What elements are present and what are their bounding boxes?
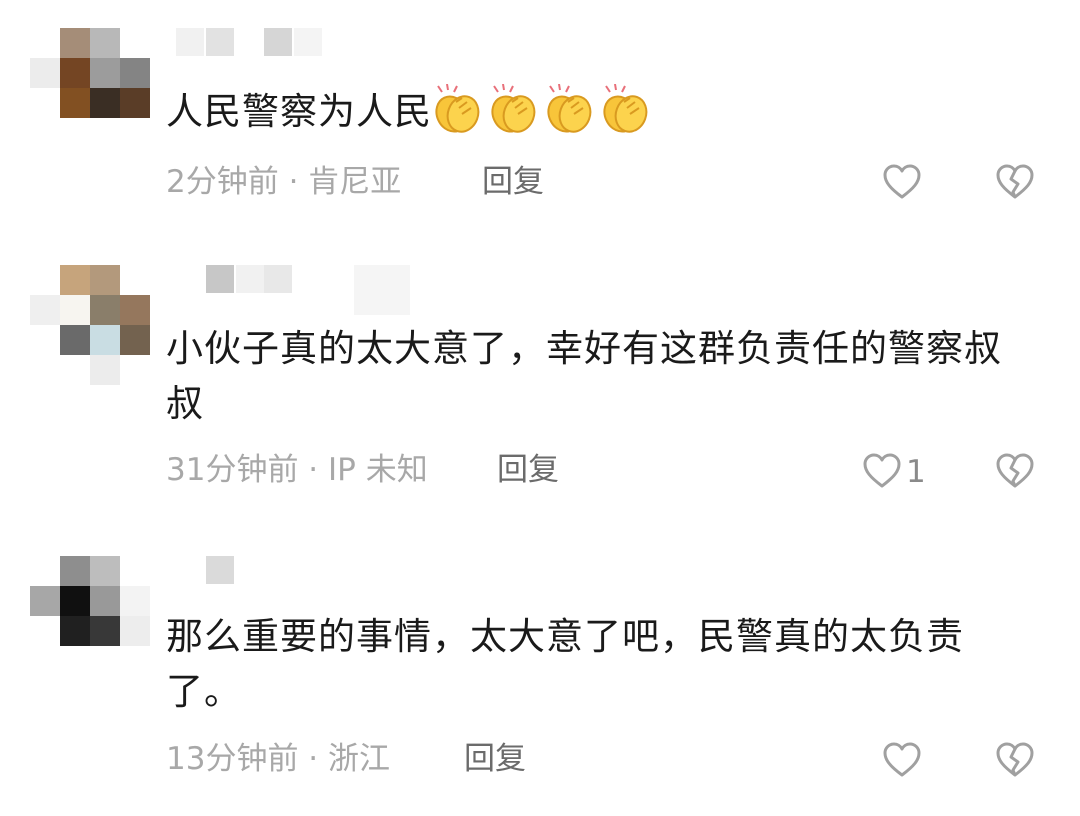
heart-outline-icon[interactable] (860, 449, 904, 493)
like-count: 1 (906, 454, 926, 490)
comment-meta: 13分钟前 · 浙江 (166, 741, 391, 777)
clapping-hands-icon (603, 83, 648, 133)
reply-button[interactable]: 回复 (482, 162, 544, 202)
username[interactable] (176, 556, 246, 590)
username[interactable] (176, 28, 326, 62)
avatar[interactable] (30, 28, 150, 148)
broken-heart-icon[interactable] (993, 160, 1037, 204)
avatar[interactable] (30, 556, 150, 676)
reply-button[interactable]: 回复 (497, 450, 559, 490)
heart-outline-icon[interactable] (880, 160, 924, 204)
comment-text: 人民警察为人民 (166, 83, 1026, 140)
clapping-hands-icon (491, 83, 536, 133)
broken-heart-icon[interactable] (993, 738, 1037, 782)
username[interactable] (176, 265, 416, 315)
comment-text: 那么重要的事情，太大意了吧，民警真的太负责了。 (166, 615, 964, 713)
comment-meta: 31分钟前 · IP 未知 (166, 452, 428, 488)
comment-text-content: 人民警察为人民 (166, 90, 432, 133)
comment-text: 小伙子真的太大意了，幸好有这群负责任的警察叔叔 (166, 327, 1002, 425)
reply-button[interactable]: 回复 (464, 739, 526, 779)
broken-heart-icon[interactable] (993, 449, 1037, 493)
clapping-hands-icon (547, 83, 592, 133)
avatar[interactable] (30, 265, 150, 385)
comment-meta: 2分钟前 · 肯尼亚 (166, 164, 402, 200)
heart-outline-icon[interactable] (880, 738, 924, 782)
clapping-hands-icon (435, 83, 480, 133)
